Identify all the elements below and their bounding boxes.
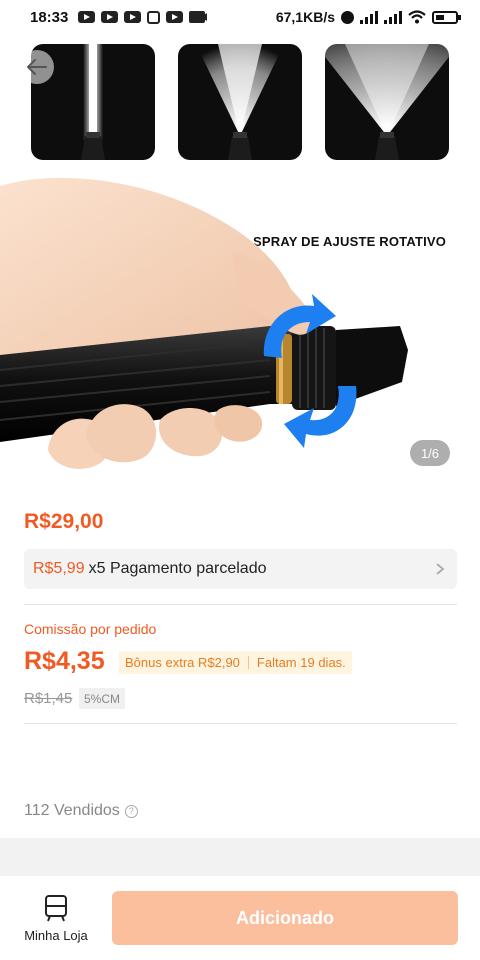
youtube-icon <box>166 11 184 23</box>
installment-text: x5 Pagamento parcelado <box>88 560 267 577</box>
battery-icon <box>432 10 461 24</box>
youtube-icon <box>101 11 119 23</box>
bonus-remaining: Faltam 19 dias. <box>256 655 346 670</box>
bottom-bar: Minha Loja Adicionado <box>0 876 480 960</box>
alarm-icon <box>341 10 354 24</box>
youtube-icon <box>124 11 142 23</box>
commission-value: R$4,35 <box>24 647 105 675</box>
my-store-button[interactable]: Minha Loja <box>18 894 94 948</box>
camera-icon <box>189 11 208 23</box>
grid-icon <box>147 10 161 24</box>
notification-icons <box>78 10 208 24</box>
section-separator <box>0 838 480 876</box>
signal-icon <box>360 10 378 24</box>
installment-row[interactable]: R$5,99 x5 Pagamento parcelado <box>24 549 457 589</box>
old-commission: R$1,45 <box>24 690 73 707</box>
status-time: 18:33 <box>30 8 69 26</box>
product-price: R$29,00 <box>24 510 104 533</box>
product-image <box>0 177 408 469</box>
bonus-text: Bônus extra R$2,90 <box>125 655 240 670</box>
image-counter: 1/6 <box>410 440 450 466</box>
product-gallery[interactable]: SPRAY DE AJUSTE ROTATIVO 1/6 <box>0 30 480 492</box>
status-bar: 18:33 67,1KB/s <box>0 0 480 34</box>
sold-count: 112 Vendidos ? <box>24 802 138 820</box>
installment-price: R$5,99 <box>33 560 85 577</box>
commission-label: Comissão por pedido <box>24 621 157 637</box>
divider <box>24 604 457 605</box>
back-arrow-icon <box>27 59 47 75</box>
commission-percent-badge: 5%CM <box>79 688 126 709</box>
network-speed: 67,1KB/s <box>275 9 335 25</box>
store-icon <box>45 895 67 922</box>
sold-text: 112 Vendidos <box>24 802 120 819</box>
bonus-separator <box>247 656 249 669</box>
signal-icon <box>384 10 402 24</box>
wifi-icon <box>408 10 426 24</box>
my-store-label: Minha Loja <box>24 928 88 943</box>
status-right: 67,1KB/s <box>275 9 461 25</box>
question-icon[interactable]: ? <box>124 804 138 818</box>
bonus-badge: Bônus extra R$2,90 Faltam 19 dias. <box>119 651 352 674</box>
youtube-icon <box>78 11 96 23</box>
chevron-right-icon <box>436 563 445 575</box>
added-button[interactable]: Adicionado <box>112 891 458 945</box>
back-button[interactable] <box>20 50 54 84</box>
divider <box>24 723 457 724</box>
